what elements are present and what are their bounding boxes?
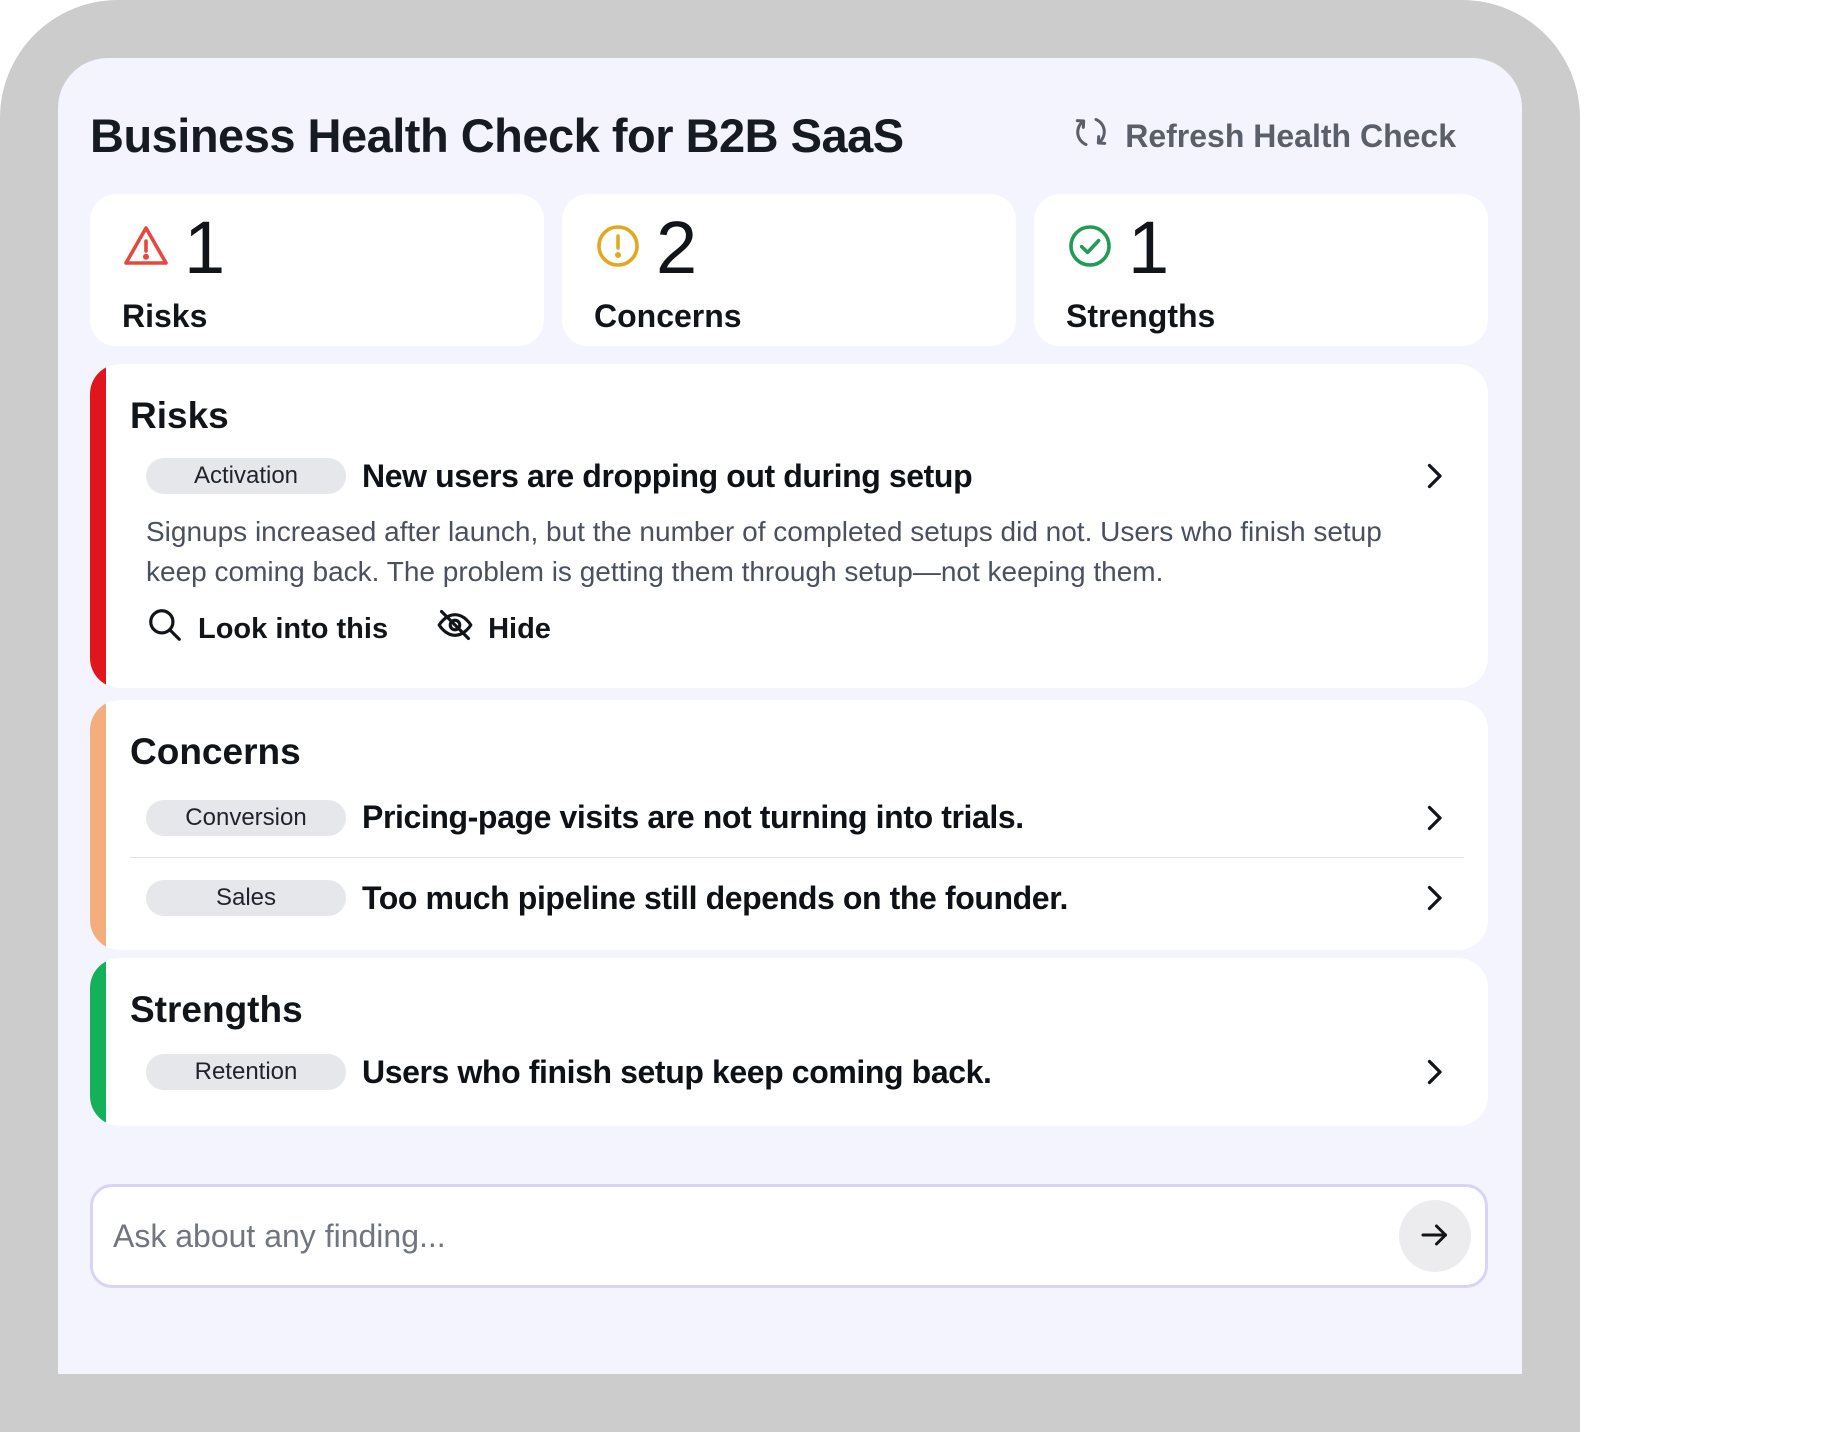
risks-count: 1 [184,206,226,289]
finding-title: Pricing-page visits are not turning into… [362,799,1024,835]
summary-card-risks: 1 Risks [90,194,544,346]
strengths-section: Strengths Retention Users who finish set… [90,958,1488,1126]
finding-row[interactable]: Sales Too much pipeline still depends on… [130,858,1464,938]
hide-label: Hide [488,612,551,645]
check-circle-icon [1066,222,1114,275]
finding-actions: Look into this Hide [130,606,1464,652]
finding-title: Too much pipeline still depends on the f… [362,879,1068,916]
summary-card-strengths: 1 Strengths [1034,194,1488,346]
finding-tag: Activation [146,458,346,494]
summary-cards: 1 Risks 2 Concerns 1 Strengths [90,194,1488,346]
eye-off-icon [436,606,474,652]
search-icon [146,606,184,652]
app-screen: Business Health Check for B2B SaaS Refre… [58,58,1522,1374]
refresh-label: Refresh Health Check [1125,117,1456,154]
risks-section-title: Risks [130,395,229,436]
warning-triangle-icon [122,222,170,275]
strengths-label: Strengths [1066,298,1216,334]
finding-title: New users are dropping out during setup [362,457,973,494]
concerns-label: Concerns [594,298,742,334]
refresh-icon [1071,112,1111,160]
finding-tag: Sales [146,880,346,916]
summary-card-concerns: 2 Concerns [562,194,1016,346]
chevron-right-icon[interactable] [1416,1054,1452,1090]
finding-row[interactable]: Activation New users are dropping out du… [130,442,1464,510]
finding-title: Users who finish setup keep coming back. [362,1053,992,1090]
send-button[interactable] [1399,1200,1471,1272]
ask-box [90,1184,1488,1288]
chevron-right-icon[interactable] [1416,800,1452,836]
finding-row[interactable]: Conversion Pricing-page visits are not t… [130,778,1464,858]
exclamation-circle-icon [594,222,642,275]
strengths-section-title: Strengths [130,989,303,1030]
finding-tag: Conversion [146,799,346,836]
strengths-count: 1 [1128,206,1170,289]
hide-button[interactable]: Hide [436,606,551,652]
device-frame: Business Health Check for B2B SaaS Refre… [0,0,1580,1432]
concerns-count: 2 [656,206,698,289]
risks-section: Risks Activation New users are dropping … [90,364,1488,688]
chevron-right-icon[interactable] [1416,458,1452,494]
ask-input[interactable] [113,1217,1399,1255]
page-title: Business Health Check for B2B SaaS [90,109,904,162]
arrow-right-icon [1417,1217,1453,1256]
refresh-health-check-button[interactable]: Refresh Health Check [1071,112,1456,160]
risks-label: Risks [122,298,208,334]
finding-tag: Retention [146,1054,346,1090]
finding-row[interactable]: Retention Users who finish setup keep co… [130,1036,1464,1108]
look-into-this-button[interactable]: Look into this [146,606,388,652]
finding-description: Signups increased after launch, but the … [146,516,1382,587]
look-into-this-label: Look into this [198,612,389,645]
chevron-right-icon[interactable] [1416,880,1452,916]
concerns-section-title: Concerns [130,731,301,772]
concerns-section: Concerns Conversion Pricing-page visits … [90,700,1488,950]
